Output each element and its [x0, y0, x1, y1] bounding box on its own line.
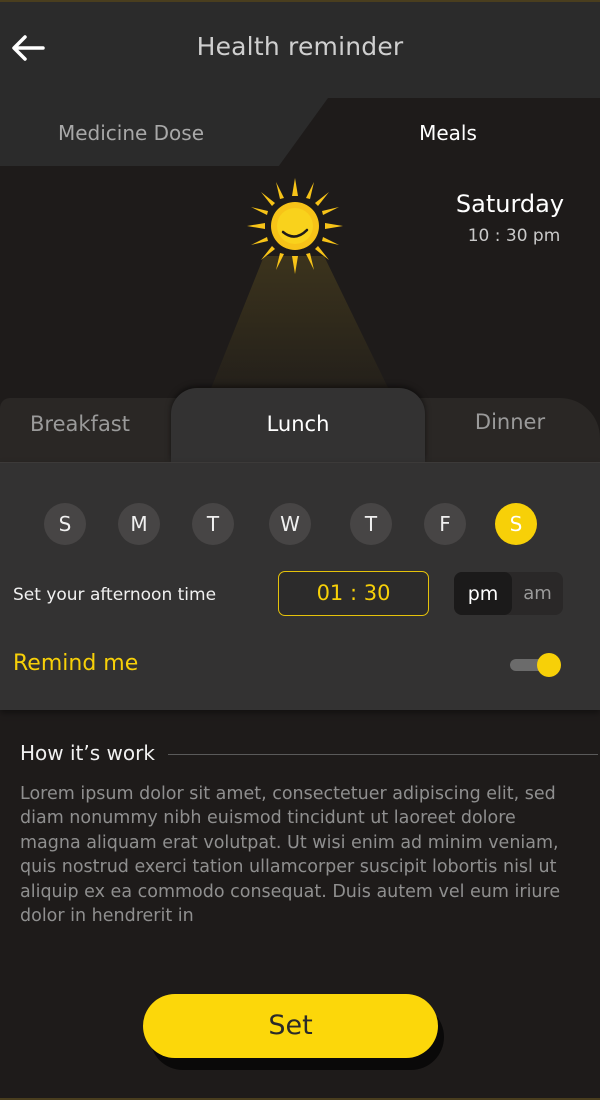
schedule-time: 10 : 30 pm — [467, 226, 561, 246]
tab-breakfast[interactable]: Breakfast — [0, 412, 160, 436]
am-option[interactable]: am — [512, 572, 563, 615]
how-it-works-body: Lorem ipsum dolor sit amet, consectetuer… — [20, 784, 561, 927]
day-saturday[interactable]: S — [495, 503, 537, 545]
day-sunday[interactable]: S — [44, 503, 86, 545]
page-title: Health reminder — [196, 32, 404, 61]
day-monday[interactable]: M — [118, 503, 160, 545]
day-tuesday[interactable]: T — [192, 503, 234, 545]
set-button[interactable]: Set — [143, 994, 438, 1058]
remind-me-label: Remind me — [13, 651, 139, 676]
tab-lunch[interactable]: Lunch — [171, 388, 425, 462]
sun-icon — [247, 178, 343, 274]
tab-lunch-label: Lunch — [266, 412, 330, 436]
time-input[interactable]: 01 : 30 — [278, 571, 429, 616]
schedule-day: Saturday — [455, 190, 565, 218]
day-friday[interactable]: F — [424, 503, 466, 545]
tab-meals[interactable]: Meals — [340, 121, 556, 145]
time-label: Set your afternoon time — [13, 585, 217, 605]
toggle-knob — [537, 653, 561, 677]
remind-me-toggle[interactable] — [510, 653, 561, 677]
pm-option[interactable]: pm — [454, 572, 512, 615]
how-it-works-title: How it’s work — [20, 741, 155, 765]
day-wednesday[interactable]: W — [269, 503, 311, 545]
tab-dinner[interactable]: Dinner — [430, 410, 590, 434]
tab-medicine-dose-label[interactable]: Medicine Dose — [0, 121, 262, 145]
sun-illustration-area: Saturday 10 : 30 pm — [0, 166, 600, 396]
lunch-settings-panel: S M T W T F S Set your afternoon time 01… — [0, 462, 600, 710]
sun-beam — [208, 256, 392, 396]
section-divider — [168, 754, 598, 755]
am-pm-toggle: pm am — [454, 572, 563, 615]
day-thursday[interactable]: T — [350, 503, 392, 545]
weekday-selector: S M T W T F S — [44, 503, 544, 547]
top-tabs: Medicine Dose Meals — [0, 98, 600, 166]
app-header: Health reminder — [0, 0, 600, 98]
meal-tabs: Breakfast Dinner Lunch — [0, 388, 600, 462]
